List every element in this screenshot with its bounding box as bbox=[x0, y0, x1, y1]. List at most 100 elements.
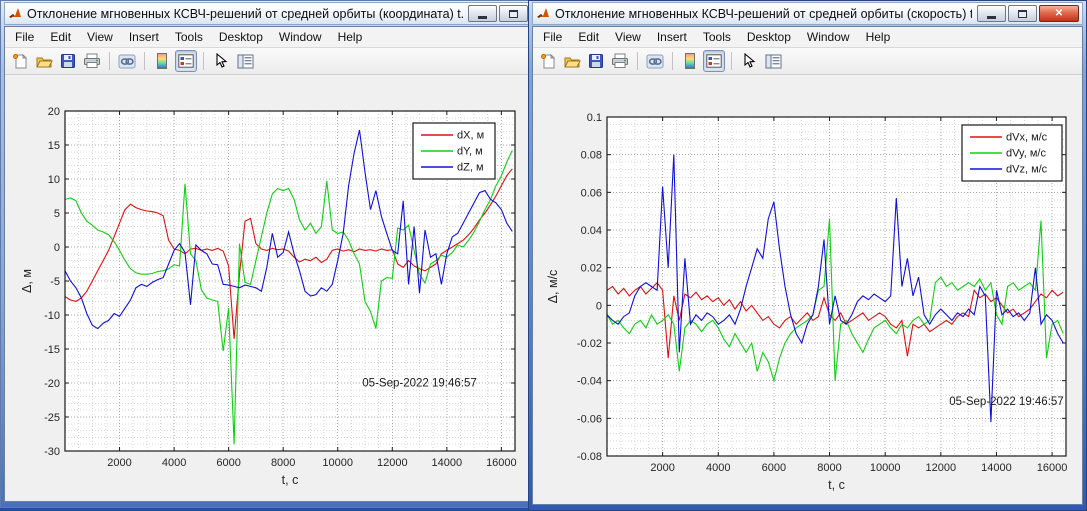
insert-colorbar-icon[interactable] bbox=[151, 50, 173, 72]
new-figure-icon[interactable] bbox=[537, 50, 559, 72]
menu-item-insert[interactable]: Insert bbox=[649, 28, 695, 47]
y-tick-label: -5 bbox=[50, 276, 60, 288]
y-tick-label: -20 bbox=[44, 378, 60, 390]
x-tick-label: 12000 bbox=[377, 457, 408, 469]
y-tick-label: 0.1 bbox=[587, 112, 602, 124]
legend-label: dVy, м/с bbox=[1006, 148, 1046, 160]
y-axis-label: Δ, м bbox=[20, 269, 34, 293]
legend-label: dX, м bbox=[457, 130, 484, 142]
x-axis-label: t, с bbox=[828, 478, 845, 492]
close-button[interactable]: ✕ bbox=[1039, 5, 1079, 22]
y-tick-label: -0.06 bbox=[577, 413, 602, 425]
y-axis-label: Δ, м/с bbox=[546, 270, 560, 304]
timestamp-annotation: 05-Sep-2022 19:46:57 bbox=[362, 377, 476, 389]
legend[interactable]: dVx, м/с dVy, м/с dVz, м/с bbox=[962, 125, 1062, 181]
menu-item-file[interactable]: File bbox=[7, 28, 42, 47]
toolbar-separator bbox=[672, 52, 673, 70]
legend-label: dVx, м/с bbox=[1006, 132, 1048, 144]
menu-item-desktop[interactable]: Desktop bbox=[739, 28, 799, 47]
open-file-icon[interactable] bbox=[33, 50, 55, 72]
link-plot-icon[interactable] bbox=[116, 50, 138, 72]
figure-canvas: 200040006000800010000120001400016000-0.0… bbox=[533, 75, 1082, 504]
maximize-button[interactable] bbox=[499, 5, 528, 22]
y-tick-label: -0.04 bbox=[577, 376, 602, 388]
menu-item-edit[interactable]: Edit bbox=[570, 28, 607, 47]
x-tick-label: 6000 bbox=[216, 457, 240, 469]
menu-bar: FileEditViewInsertToolsDesktopWindowHelp bbox=[5, 27, 531, 48]
desktop: Отклонение мгновенных КСВЧ-решений от ср… bbox=[0, 0, 1087, 511]
toolbar-separator bbox=[637, 52, 638, 70]
figure-canvas: 200040006000800010000120001400016000-30-… bbox=[5, 75, 531, 501]
x-tick-label: 2000 bbox=[650, 462, 674, 474]
save-figure-icon[interactable] bbox=[585, 50, 607, 72]
menu-item-view[interactable]: View bbox=[607, 28, 649, 47]
print-figure-icon[interactable] bbox=[609, 50, 631, 72]
toolbar bbox=[533, 48, 1082, 75]
menu-item-view[interactable]: View bbox=[79, 28, 121, 47]
y-tick-label: 0.02 bbox=[581, 263, 602, 275]
property-editor-icon[interactable] bbox=[762, 50, 784, 72]
new-figure-icon[interactable] bbox=[9, 50, 31, 72]
insert-legend-icon[interactable] bbox=[175, 50, 197, 72]
axes: 200040006000800010000120001400016000-30-… bbox=[5, 75, 531, 501]
menu-item-insert[interactable]: Insert bbox=[121, 28, 167, 47]
legend-label: dVz, м/с bbox=[1006, 164, 1048, 176]
minimize-button[interactable] bbox=[468, 5, 497, 22]
y-tick-label: 0 bbox=[596, 300, 602, 312]
x-tick-label: 10000 bbox=[870, 462, 901, 474]
x-tick-label: 2000 bbox=[107, 457, 131, 469]
y-tick-label: -0.08 bbox=[577, 451, 602, 463]
print-figure-icon[interactable] bbox=[81, 50, 103, 72]
y-tick-label: 0 bbox=[54, 242, 60, 254]
titlebar[interactable]: Отклонение мгновенных КСВЧ-решений от ср… bbox=[4, 2, 532, 25]
x-tick-label: 16000 bbox=[486, 457, 517, 469]
menu-item-tools[interactable]: Tools bbox=[695, 28, 739, 47]
menu-item-file[interactable]: File bbox=[535, 28, 570, 47]
menu-item-window[interactable]: Window bbox=[799, 28, 858, 47]
y-tick-label: -30 bbox=[44, 446, 60, 458]
link-plot-icon[interactable] bbox=[644, 50, 666, 72]
window-title: Отклонение мгновенных КСВЧ-решений от ср… bbox=[27, 7, 463, 21]
x-tick-label: 4000 bbox=[706, 462, 730, 474]
edit-plot-cursor-icon[interactable] bbox=[738, 50, 760, 72]
insert-colorbar-icon[interactable] bbox=[679, 50, 701, 72]
x-axis-label: t, с bbox=[282, 473, 299, 487]
x-tick-label: 8000 bbox=[817, 462, 841, 474]
legend-label: dZ, м bbox=[457, 162, 484, 174]
legend[interactable]: dX, м dY, м dZ, м bbox=[413, 123, 495, 179]
y-tick-label: 10 bbox=[48, 174, 60, 186]
menu-item-window[interactable]: Window bbox=[271, 28, 330, 47]
y-tick-label: 0.08 bbox=[581, 150, 602, 162]
titlebar[interactable]: Отклонение мгновенных КСВЧ-решений от ср… bbox=[532, 2, 1083, 25]
menu-item-help[interactable]: Help bbox=[858, 28, 899, 47]
x-tick-label: 14000 bbox=[981, 462, 1012, 474]
y-tick-label: 0.04 bbox=[581, 225, 602, 237]
menu-item-desktop[interactable]: Desktop bbox=[211, 28, 271, 47]
toolbar-separator bbox=[109, 52, 110, 70]
y-tick-label: 20 bbox=[48, 106, 60, 118]
legend-label: dY, м bbox=[457, 146, 483, 158]
window-title: Отклонение мгновенных КСВЧ-решений от ср… bbox=[555, 7, 972, 21]
maximize-button[interactable] bbox=[1008, 5, 1037, 22]
y-tick-label: -10 bbox=[44, 310, 60, 322]
y-tick-label: 5 bbox=[54, 208, 60, 220]
y-tick-label: 15 bbox=[48, 140, 60, 152]
menu-item-help[interactable]: Help bbox=[330, 28, 371, 47]
property-editor-icon[interactable] bbox=[234, 50, 256, 72]
open-file-icon[interactable] bbox=[561, 50, 583, 72]
toolbar-separator bbox=[203, 52, 204, 70]
menu-item-edit[interactable]: Edit bbox=[42, 28, 79, 47]
timestamp-annotation: 05-Sep-2022 19:46:57 bbox=[949, 396, 1063, 408]
y-tick-label: -15 bbox=[44, 344, 60, 356]
minimize-button[interactable] bbox=[977, 5, 1006, 22]
matlab-icon bbox=[8, 7, 22, 21]
x-tick-label: 12000 bbox=[926, 462, 957, 474]
y-tick-label: -25 bbox=[44, 412, 60, 424]
menu-item-tools[interactable]: Tools bbox=[167, 28, 211, 47]
save-figure-icon[interactable] bbox=[57, 50, 79, 72]
figure-window-velocity: Отклонение мгновенных КСВЧ-решений от ср… bbox=[528, 0, 1087, 511]
insert-legend-icon[interactable] bbox=[703, 50, 725, 72]
x-tick-label: 10000 bbox=[322, 457, 353, 469]
edit-plot-cursor-icon[interactable] bbox=[210, 50, 232, 72]
x-tick-label: 14000 bbox=[432, 457, 463, 469]
